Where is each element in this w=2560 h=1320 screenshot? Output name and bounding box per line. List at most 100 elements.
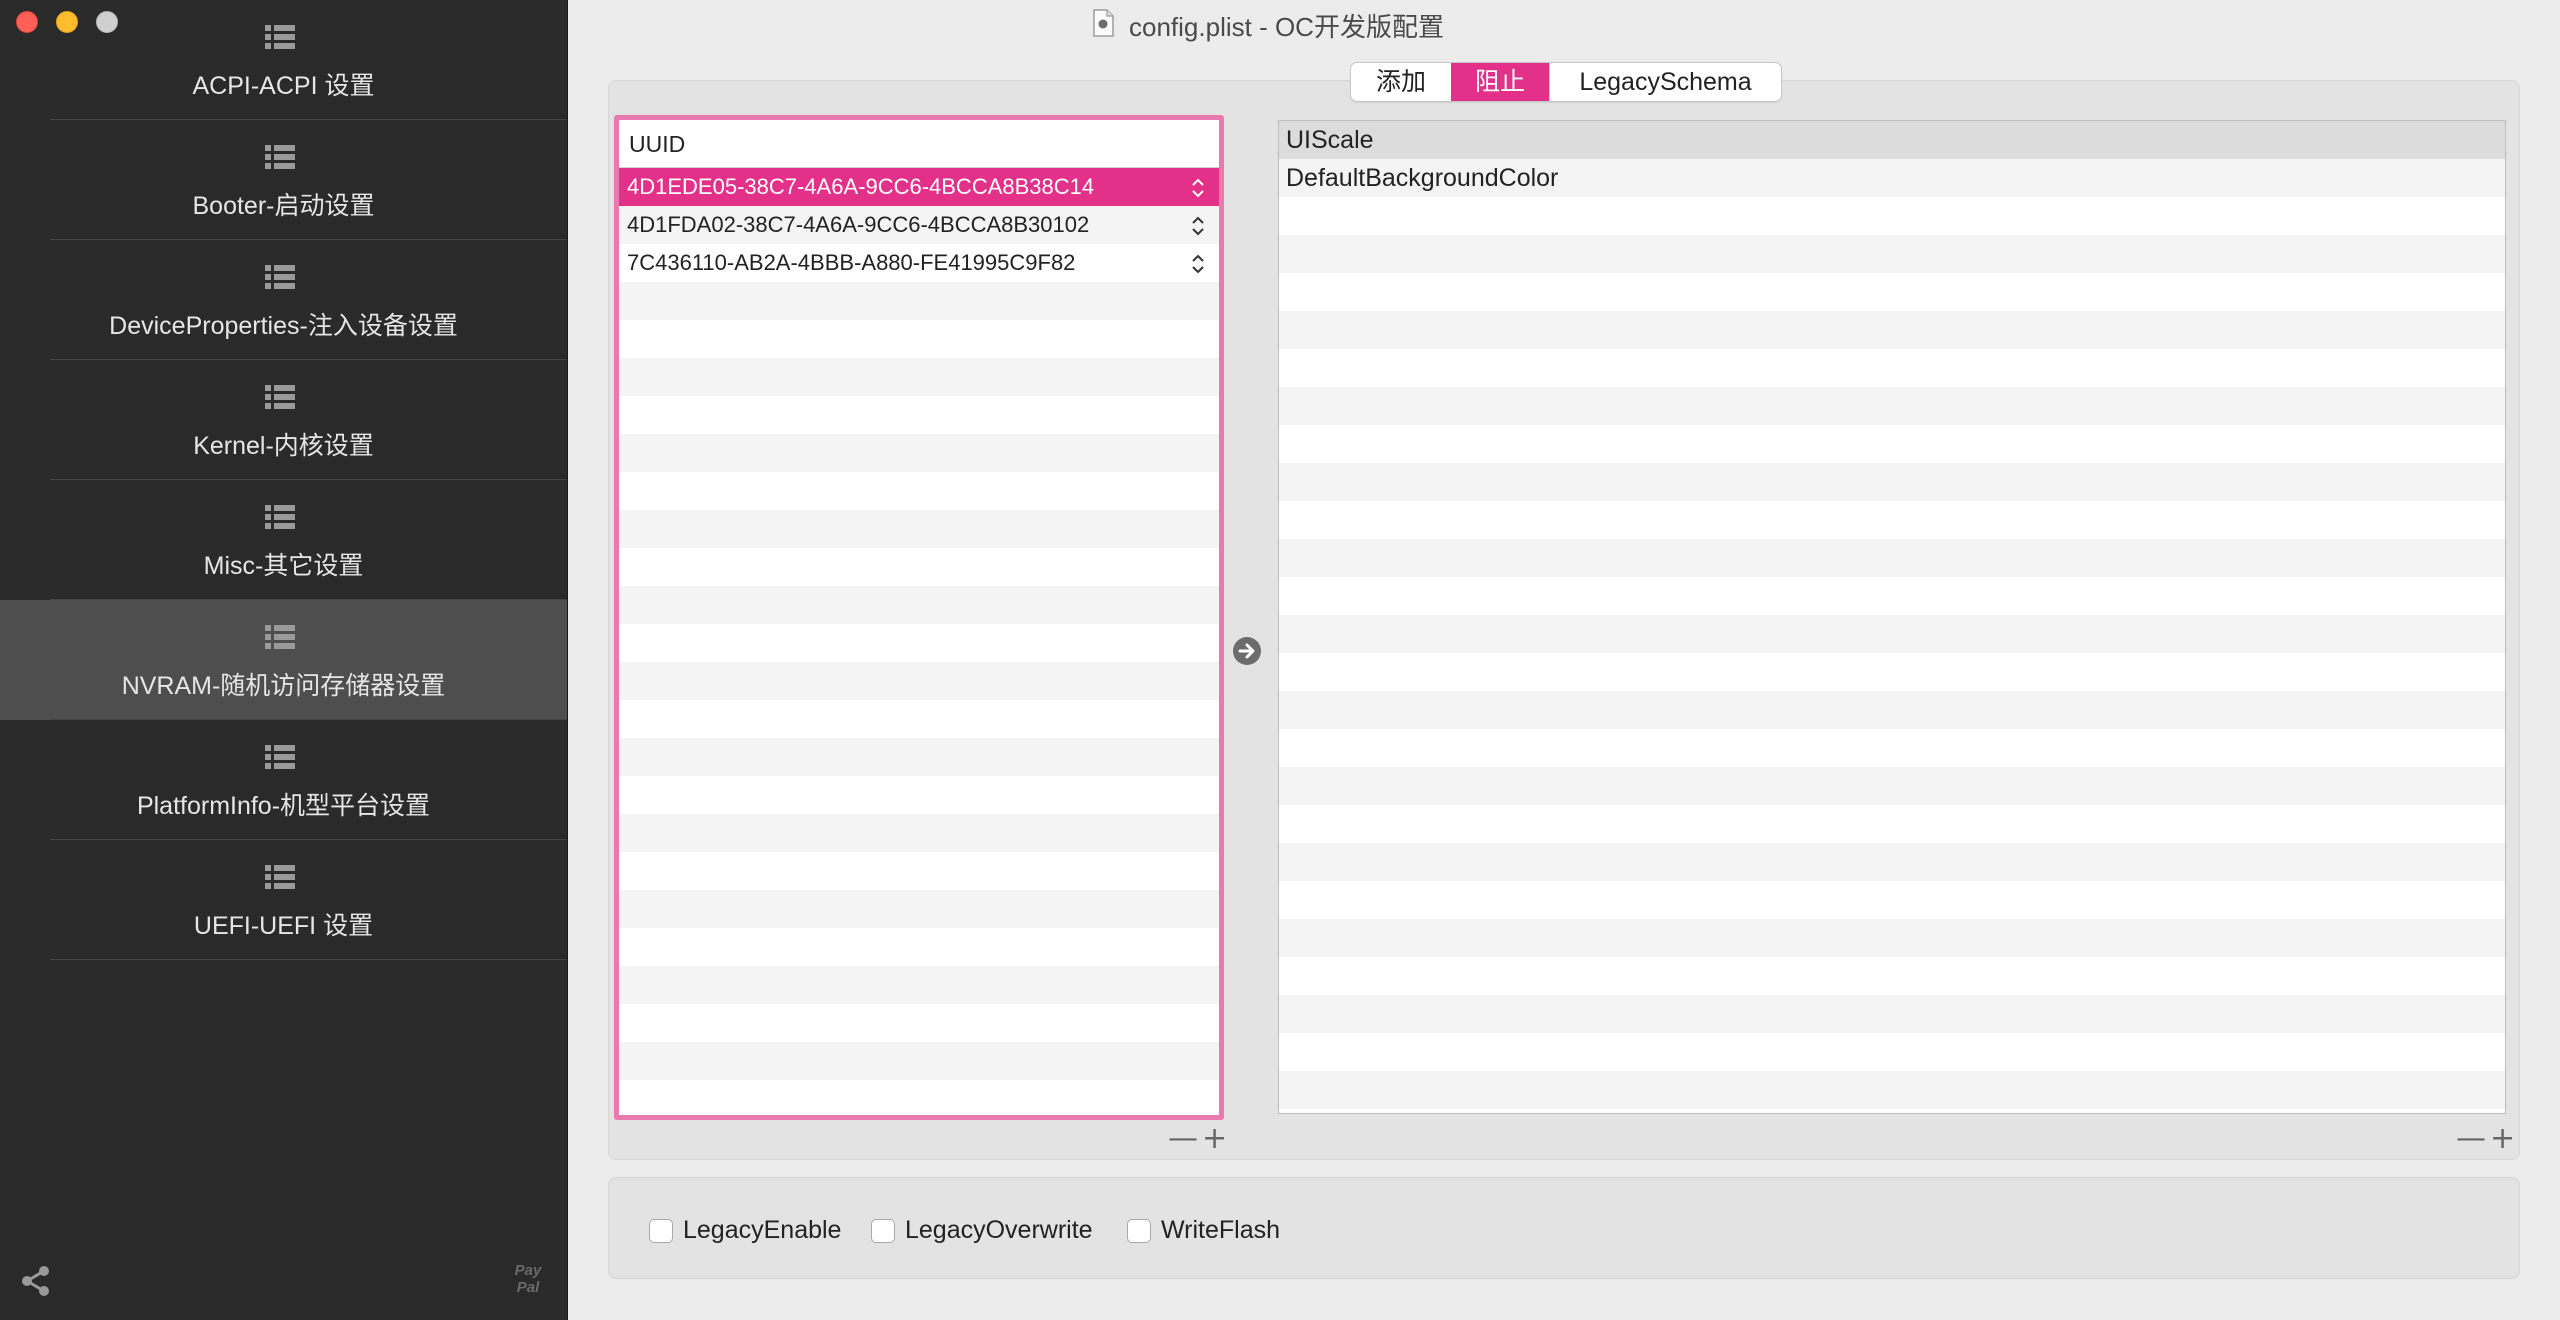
- empty-row: [1279, 235, 2505, 273]
- sidebar-item-label: Kernel-内核设置: [193, 432, 374, 460]
- paypal-button[interactable]: Pay Pal: [510, 1262, 546, 1296]
- empty-row: [1279, 995, 2505, 1033]
- empty-row: [619, 814, 1219, 852]
- empty-row: [1279, 387, 2505, 425]
- empty-row: [1279, 653, 2505, 691]
- sidebar-item-kernel[interactable]: Kernel-内核设置: [0, 360, 567, 480]
- sidebar-item-misc[interactable]: Misc-其它设置: [0, 480, 567, 600]
- sidebar-item-label: Misc-其它设置: [203, 552, 364, 580]
- sidebar-item-platform-info[interactable]: PlatformInfo-机型平台设置: [0, 720, 567, 840]
- uuid-cell[interactable]: 4D1EDE05-38C7-4A6A-9CC6-4BCCA8B38C14: [619, 168, 1219, 206]
- sidebar-item-label: DeviceProperties-注入设备设置: [109, 312, 458, 340]
- legacy-enable-checkbox[interactable]: LegacyEnable: [649, 1216, 841, 1245]
- updown-chevron-icon[interactable]: [1191, 177, 1205, 199]
- empty-row: [619, 1004, 1219, 1042]
- property-row[interactable]: UIScale: [1279, 121, 2505, 159]
- empty-row: [1279, 577, 2505, 615]
- options-panel: LegacyEnable LegacyOverwrite WriteFlash: [608, 1177, 2520, 1279]
- empty-row: [619, 624, 1219, 662]
- empty-row: [619, 890, 1219, 928]
- checkbox-box[interactable]: [871, 1218, 895, 1243]
- empty-row: [1279, 463, 2505, 501]
- empty-row: [619, 396, 1219, 434]
- tab-block[interactable]: 阻止: [1451, 63, 1549, 101]
- empty-row: [619, 586, 1219, 624]
- remove-uuid-button[interactable]: —: [1168, 1124, 1198, 1154]
- list-icon: [265, 25, 295, 49]
- empty-row: [619, 662, 1219, 700]
- paypal-logo-text: Pal: [516, 1279, 540, 1296]
- sidebar-item-booter[interactable]: Booter-启动设置: [0, 120, 567, 240]
- sidebar-divider: [50, 959, 567, 960]
- empty-row: [1279, 805, 2505, 843]
- empty-row: [1279, 615, 2505, 653]
- empty-row: [619, 472, 1219, 510]
- legacy-enable-label: LegacyEnable: [683, 1216, 842, 1244]
- add-uuid-button[interactable]: +: [1202, 1124, 1227, 1154]
- property-cell[interactable]: DefaultBackgroundColor: [1279, 159, 2505, 197]
- uuid-table[interactable]: UUID 4D1EDE05-38C7-4A6A-9CC6-4BCCA8B38C1…: [614, 115, 1224, 1120]
- empty-row: [619, 852, 1219, 890]
- sidebar-item-nvram[interactable]: NVRAM-随机访问存储器设置: [0, 600, 567, 720]
- remove-property-button[interactable]: —: [2456, 1124, 2486, 1154]
- sidebar-item-acpi[interactable]: ACPI-ACPI 设置: [0, 0, 567, 120]
- document-icon: [1093, 9, 1114, 37]
- property-row[interactable]: DefaultBackgroundColor: [1279, 159, 2505, 197]
- empty-row: [619, 738, 1219, 776]
- sidebar-item-label: UEFI-UEFI 设置: [193, 912, 374, 940]
- tab-add[interactable]: 添加: [1351, 63, 1451, 101]
- list-icon: [265, 505, 295, 529]
- empty-row: [1279, 311, 2505, 349]
- uuid-add-remove: — +: [1168, 1124, 1227, 1154]
- write-flash-label: WriteFlash: [1161, 1216, 1281, 1244]
- empty-row: [1279, 729, 2505, 767]
- list-icon: [265, 865, 295, 889]
- empty-row: [1279, 197, 2505, 235]
- sidebar-item-label: ACPI-ACPI 设置: [192, 72, 375, 100]
- title-bar: config.plist - OC开发版配置: [567, 0, 2560, 46]
- empty-row: [619, 358, 1219, 396]
- empty-row: [619, 928, 1219, 966]
- sidebar-item-uefi[interactable]: UEFI-UEFI 设置: [0, 840, 567, 960]
- app-window: ACPI-ACPI 设置 Booter-启动设置 DeviceProperties-…: [0, 0, 2560, 1320]
- empty-row: [1279, 843, 2505, 881]
- empty-row: [1279, 273, 2505, 311]
- add-property-button[interactable]: +: [2490, 1124, 2515, 1154]
- empty-row: [1279, 1071, 2505, 1109]
- empty-row: [619, 700, 1219, 738]
- sidebar-item-label: PlatformInfo-机型平台设置: [136, 792, 431, 820]
- property-cell[interactable]: UIScale: [1279, 121, 2505, 159]
- uuid-row[interactable]: 7C436110-AB2A-4BBB-A880-FE41995C9F82: [619, 244, 1219, 282]
- empty-row: [619, 1042, 1219, 1080]
- uuid-cell[interactable]: 7C436110-AB2A-4BBB-A880-FE41995C9F82: [619, 244, 1219, 282]
- list-icon: [265, 145, 295, 169]
- updown-chevron-icon[interactable]: [1191, 253, 1205, 275]
- empty-row: [1279, 691, 2505, 729]
- uuid-row[interactable]: 4D1EDE05-38C7-4A6A-9CC6-4BCCA8B38C14: [619, 168, 1219, 206]
- uuid-cell[interactable]: 4D1FDA02-38C7-4A6A-9CC6-4BCCA8B30102: [619, 206, 1219, 244]
- uuid-row[interactable]: 4D1FDA02-38C7-4A6A-9CC6-4BCCA8B30102: [619, 206, 1219, 244]
- empty-row: [619, 434, 1219, 472]
- empty-row: [619, 548, 1219, 586]
- empty-row: [1279, 501, 2505, 539]
- write-flash-checkbox[interactable]: WriteFlash: [1127, 1216, 1280, 1245]
- empty-row: [1279, 957, 2505, 995]
- checkbox-box[interactable]: [1127, 1218, 1151, 1243]
- share-icon[interactable]: [18, 1263, 54, 1299]
- empty-row: [619, 776, 1219, 814]
- empty-row: [619, 966, 1219, 1004]
- sidebar-item-device-properties[interactable]: DeviceProperties-注入设备设置: [0, 240, 567, 360]
- sidebar-item-label: NVRAM-随机访问存储器设置: [121, 672, 446, 700]
- updown-chevron-icon[interactable]: [1191, 215, 1205, 237]
- empty-row: [1279, 881, 2505, 919]
- empty-row: [1279, 919, 2505, 957]
- legacy-overwrite-checkbox[interactable]: LegacyOverwrite: [871, 1216, 1093, 1245]
- properties-table[interactable]: UIScale DefaultBackgroundColor: [1278, 120, 2506, 1114]
- list-icon: [265, 265, 295, 289]
- empty-row: [619, 510, 1219, 548]
- uuid-column-header[interactable]: UUID: [619, 120, 1219, 168]
- checkbox-box[interactable]: [649, 1218, 673, 1243]
- empty-row: [1279, 767, 2505, 805]
- tab-legacy-schema[interactable]: LegacySchema: [1549, 63, 1781, 101]
- arrow-right-circle-icon[interactable]: [1232, 636, 1262, 666]
